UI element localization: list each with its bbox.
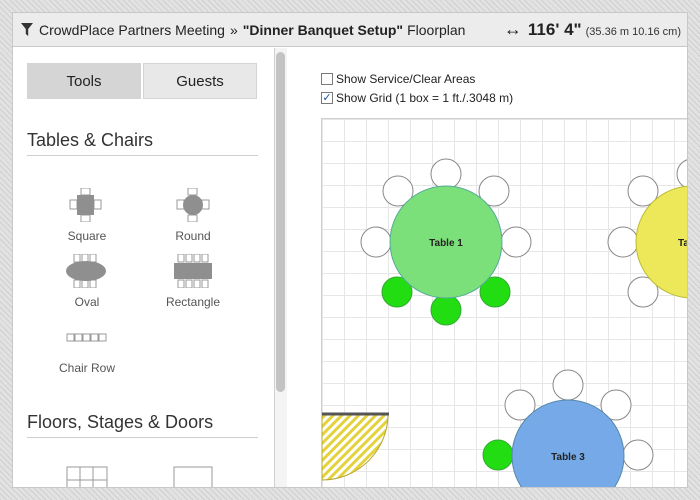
square-table-icon: [69, 187, 102, 223]
chair-empty[interactable]: [552, 369, 584, 401]
palette-label-round: Round: [175, 229, 211, 243]
show-grid-checkbox[interactable]: ✓: [321, 92, 333, 104]
chair-empty[interactable]: [622, 439, 654, 471]
show-service-areas-checkbox[interactable]: [321, 73, 333, 85]
room-dimension: ↔ 116' 4" (35.36 m 10.16 cm): [504, 20, 681, 40]
show-service-areas-option[interactable]: Show Service/Clear Areas: [321, 72, 475, 86]
floorplan-suffix: Floorplan: [407, 21, 466, 38]
tab-guests[interactable]: Guests: [143, 63, 257, 99]
table-group-3[interactable]: Table 3: [482, 369, 654, 488]
palette-item-stage[interactable]: [148, 466, 238, 487]
dimension-feet: 116' 4": [527, 19, 582, 39]
show-grid-label: Show Grid (1 box = 1 ft./.3048 m): [336, 91, 514, 105]
oval-table-icon: [66, 253, 106, 289]
chair-empty[interactable]: [607, 226, 639, 258]
title-bar: CrowdPlace Partners Meeting » "Dinner Ba…: [13, 13, 687, 47]
chair-row-icon: [66, 333, 107, 342]
chair-occupied[interactable]: [482, 439, 514, 471]
table-label: Table 3: [551, 452, 585, 463]
show-grid-option[interactable]: ✓ Show Grid (1 box = 1 ft./.3048 m): [321, 91, 513, 105]
palette-item-round[interactable]: Round: [148, 187, 238, 243]
palette-item-chair-row[interactable]: Chair Row: [42, 324, 132, 375]
palette-item-floor[interactable]: [42, 466, 132, 487]
section-title-floors-stages-doors: Floors, Stages & Doors: [27, 412, 258, 438]
table-label: Table 1: [429, 238, 463, 249]
chair-occupied[interactable]: [430, 294, 462, 326]
palette-item-square[interactable]: Square: [42, 187, 132, 243]
round-table-icon: [176, 187, 210, 223]
palette-item-rectangle[interactable]: Rectangle: [148, 253, 238, 309]
door-swing[interactable]: [322, 412, 389, 481]
breadcrumb-separator: »: [229, 21, 238, 38]
rectangle-table-icon: [174, 253, 212, 289]
chair-empty[interactable]: [500, 226, 532, 258]
event-breadcrumb[interactable]: CrowdPlace Partners Meeting: [39, 22, 225, 38]
palette-label-oval: Oval: [74, 295, 100, 309]
tab-tools[interactable]: Tools: [27, 63, 141, 99]
chair-empty[interactable]: [430, 158, 462, 190]
chair-empty[interactable]: [676, 159, 688, 189]
show-service-areas-label: Show Service/Clear Areas: [336, 72, 476, 86]
dimension-metric: (35.36 m 10.16 cm): [585, 25, 681, 38]
table-label: Ta: [678, 238, 688, 249]
palette-label-square: Square: [67, 229, 107, 243]
floor-grid-icon: [66, 466, 108, 487]
width-arrow-icon: ↔: [503, 18, 522, 39]
palette-label-chair-row: Chair Row: [58, 361, 115, 375]
floorplan-drawing: Table 1 Ta Table 3: [322, 158, 688, 488]
floorplan-area: Show Service/Clear Areas ✓ Show Grid (1 …: [287, 48, 688, 488]
chair-empty[interactable]: [360, 226, 392, 258]
sidebar: Tools Guests Tables & Chairs Square Roun…: [13, 48, 275, 487]
filter-icon[interactable]: [21, 22, 33, 37]
palette-label-rectangle: Rectangle: [165, 295, 221, 309]
table-group-1[interactable]: Table 1: [360, 158, 532, 326]
floorplan-name: "Dinner Banquet Setup": [242, 21, 404, 38]
section-title-tables-chairs: Tables & Chairs: [27, 130, 258, 156]
table-group-2[interactable]: Ta: [607, 159, 688, 308]
sidebar-tabs: Tools Guests: [27, 63, 257, 99]
palette-item-oval[interactable]: Oval: [42, 253, 132, 309]
floorplan-canvas[interactable]: Table 1 Ta Table 3: [321, 118, 688, 488]
sidebar-scrollbar-thumb[interactable]: [276, 52, 285, 392]
app-window: CrowdPlace Partners Meeting » "Dinner Ba…: [12, 12, 688, 488]
stage-icon: [173, 466, 213, 487]
